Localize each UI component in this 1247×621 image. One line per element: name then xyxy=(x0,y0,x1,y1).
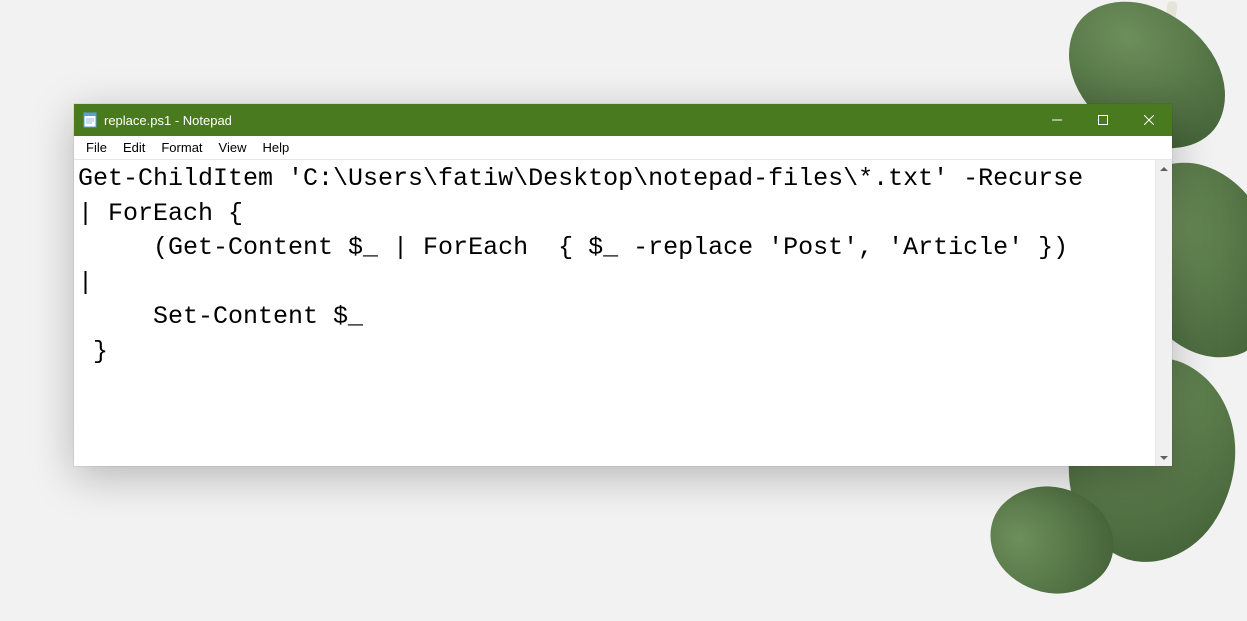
notepad-window: replace.ps1 - Notepad File Edit Format V… xyxy=(74,104,1172,466)
close-button[interactable] xyxy=(1126,104,1172,136)
scroll-up-arrow[interactable] xyxy=(1156,160,1172,177)
vertical-scrollbar[interactable] xyxy=(1155,160,1172,466)
menu-format[interactable]: Format xyxy=(153,138,210,157)
minimize-button[interactable] xyxy=(1034,104,1080,136)
window-controls xyxy=(1034,104,1172,136)
editor-area: Get-ChildItem 'C:\Users\fatiw\Desktop\no… xyxy=(74,160,1172,466)
maximize-button[interactable] xyxy=(1080,104,1126,136)
text-editor[interactable]: Get-ChildItem 'C:\Users\fatiw\Desktop\no… xyxy=(74,160,1172,466)
menu-view[interactable]: View xyxy=(211,138,255,157)
menubar: File Edit Format View Help xyxy=(74,136,1172,160)
window-title: replace.ps1 - Notepad xyxy=(104,113,1034,128)
notepad-icon xyxy=(82,112,98,128)
titlebar[interactable]: replace.ps1 - Notepad xyxy=(74,104,1172,136)
menu-help[interactable]: Help xyxy=(254,138,297,157)
menu-edit[interactable]: Edit xyxy=(115,138,153,157)
menu-file[interactable]: File xyxy=(78,138,115,157)
scroll-down-arrow[interactable] xyxy=(1156,449,1172,466)
scroll-track[interactable] xyxy=(1156,177,1172,449)
